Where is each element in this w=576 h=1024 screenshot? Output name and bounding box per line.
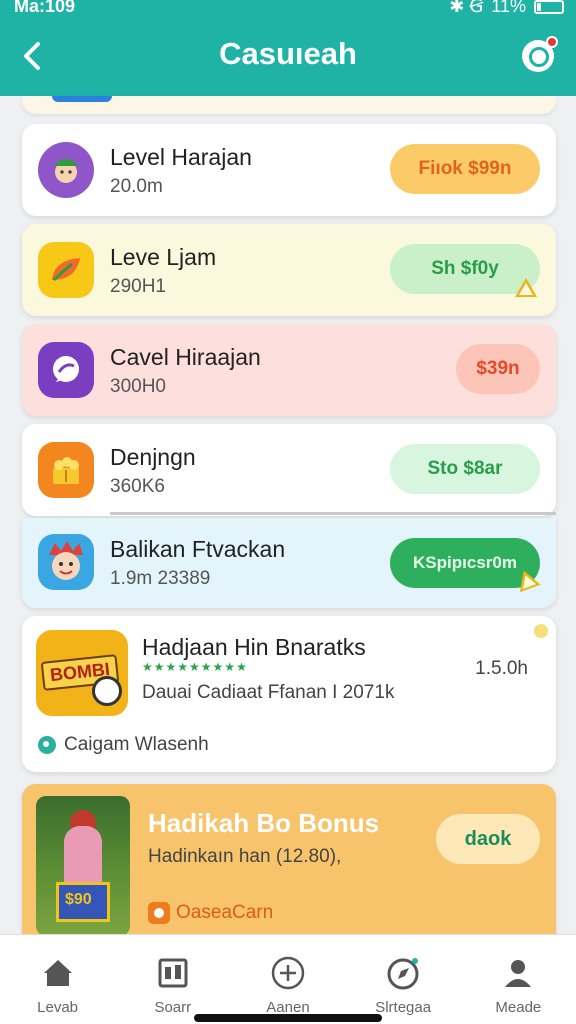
item-name: Leve Ljam — [110, 244, 217, 270]
item-name: Cavel Hiraajan — [110, 344, 261, 370]
plus-circle-icon — [271, 956, 305, 990]
item-meta: 20.0m — [110, 176, 163, 197]
photo-board: $90 — [56, 882, 110, 922]
star-rating: ★★★★★★★★★ — [142, 660, 248, 674]
nav-label: Soarr — [154, 999, 192, 1016]
nav-item-strategy[interactable]: Slrtegaa — [346, 935, 461, 1024]
bonus-title: Hadikah Bo Bonus — [148, 808, 380, 838]
price-button[interactable]: Sto $8ar — [390, 444, 540, 494]
home-indicator — [194, 1014, 382, 1022]
nav-item-profile[interactable]: Meade — [461, 935, 576, 1024]
bonus-subtitle: Hadinkaın han (12.80), — [148, 846, 342, 867]
nav-item-search[interactable]: Soarr — [115, 935, 230, 1024]
item-meta: 290H1 — [110, 276, 166, 297]
divider — [110, 512, 556, 515]
warning-icon — [515, 278, 537, 297]
bonus-link[interactable]: OaseaCarn — [148, 902, 273, 924]
nav-item-home[interactable]: Levab — [0, 935, 115, 1024]
status-icons: ✱ Ꞡ — [449, 0, 484, 16]
profile-icon — [505, 960, 532, 987]
app-header: Ma:109 ✱ Ꞡ 11% Casuıeah — [0, 0, 576, 96]
battery-level: 11% — [491, 0, 526, 16]
item-meta: 360K6 — [110, 476, 165, 497]
featured-card[interactable]: BOMBI Hadjaan Hin Bnaratks ★★★★★★★★★ Dau… — [22, 616, 556, 772]
bonus-photo: $90 — [36, 796, 130, 936]
nav-label: Slrtegaa — [375, 999, 432, 1016]
list-item[interactable]: Denjngn 360K6 Sto $8ar — [22, 424, 556, 516]
tagline-text: Caigam Wlasenh — [64, 734, 209, 755]
board-label: $90 — [65, 891, 92, 908]
page-title: Casuıeah — [219, 36, 357, 71]
list-item[interactable]: Cavel Hiraajan 300H0 $39n — [22, 324, 556, 416]
nav-item-add[interactable]: Aanen — [230, 935, 345, 1024]
item-name: Denjngn — [110, 444, 196, 470]
featured-title: Hadjaan Hin Bnaratks — [142, 634, 366, 660]
bonus-link-text: OaseaCarn — [176, 902, 274, 923]
price-button[interactable]: $39n — [456, 344, 540, 394]
item-name: Balikan Ftvackan — [110, 536, 286, 562]
compass-icon — [387, 958, 419, 990]
battery-icon — [534, 0, 564, 14]
app-icon — [148, 902, 170, 924]
avatar-icon — [38, 142, 94, 198]
bottom-nav: Levab Soarr Aanen Slrtegaa Meade — [0, 934, 576, 1024]
nav-label: Levab — [37, 999, 79, 1016]
location-icon — [38, 736, 56, 754]
item-name: Level Harajan — [110, 144, 252, 170]
notification-badge — [546, 36, 558, 48]
character-icon — [38, 534, 94, 590]
item-meta: 1.9m 23389 — [110, 568, 211, 589]
face-icon — [92, 676, 122, 706]
list-item[interactable]: Level Harajan 20.0m Fiıok $99n — [22, 124, 556, 216]
list-item-partial — [22, 96, 556, 114]
treasure-icon — [38, 442, 94, 498]
bell-icon[interactable] — [522, 36, 558, 72]
featured-value: 1.5.0h — [475, 658, 528, 679]
status-right: ✱ Ꞡ 11% — [449, 0, 564, 17]
bonus-button[interactable]: daok — [436, 814, 540, 864]
home-icon — [43, 960, 72, 986]
featured-thumbnail: BOMBI — [36, 630, 128, 716]
item-meta: 300H0 — [110, 376, 166, 397]
list-item[interactable]: Leve Ljam 290H1 Sh $f0y — [22, 224, 556, 316]
leaf-icon — [38, 242, 94, 298]
calendar-icon — [158, 958, 188, 988]
nav-label: Meade — [495, 999, 542, 1016]
status-bar: Ma:109 ✱ Ꞡ 11% — [0, 0, 576, 20]
featured-subtitle: Dauai Cadiaat Ffanan I 2071k — [142, 682, 395, 703]
price-button[interactable]: Fiıok $99n — [390, 144, 540, 194]
bonus-card[interactable]: $90 Hadikah Bo Bonus Hadinkaın han (12.8… — [22, 784, 556, 944]
featured-tagline[interactable]: Caigam Wlasenh — [38, 734, 209, 756]
chat-icon — [38, 342, 94, 398]
status-time: Ma:109 — [14, 0, 76, 16]
status-dot — [534, 624, 548, 638]
list-item[interactable]: Balikan Ftvackan 1.9m 23389 KSpipıcsr0m — [22, 518, 556, 608]
